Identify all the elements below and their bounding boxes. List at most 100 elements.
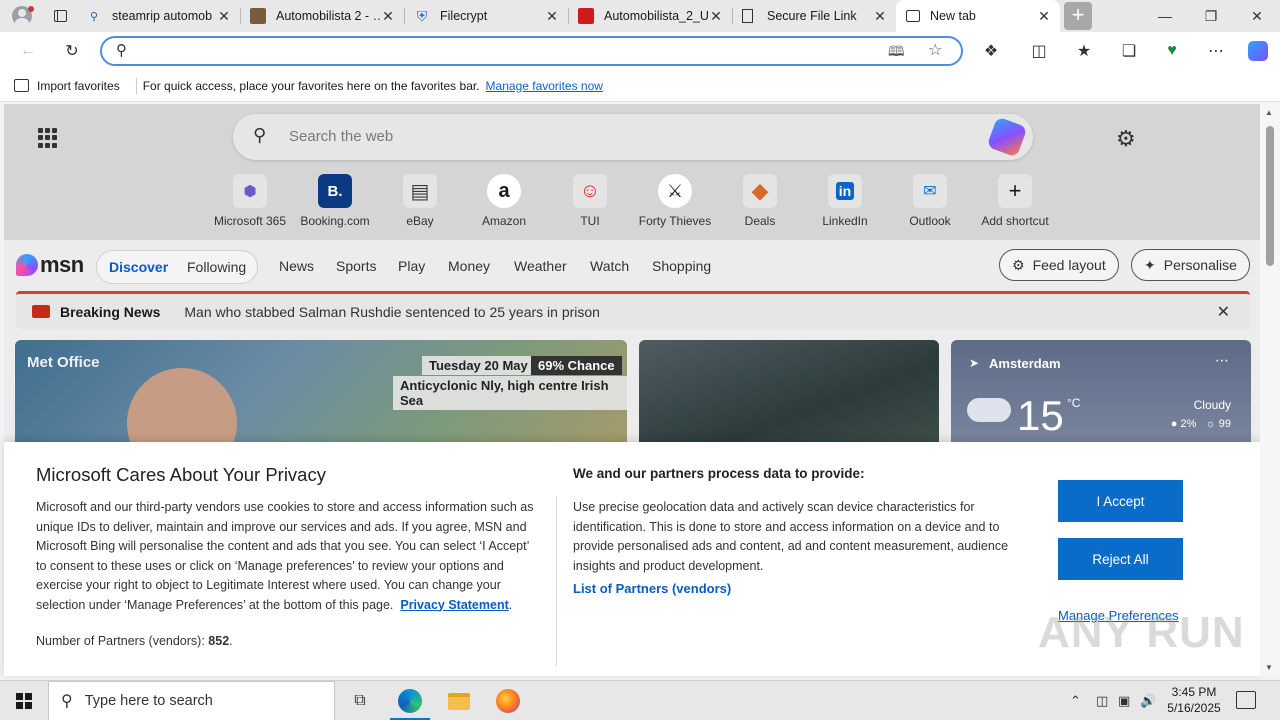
gear-icon[interactable]: ⚙ [1116,126,1136,152]
breaking-news-banner[interactable]: Breaking News Man who stabbed Salman Rus… [16,291,1250,329]
back-arrow-icon[interactable]: ← [16,40,40,62]
tab-secure-file-link[interactable]: Secure File Link ✕ [732,0,896,32]
tab-discover[interactable]: Discover [109,259,168,275]
copilot-icon[interactable] [1246,40,1270,62]
weather-location[interactable]: Amsterdam [989,356,1061,371]
tab-title: New tab [930,9,976,23]
weather-widget[interactable]: ➤ Amsterdam ⋯ 15 °C Cloudy ● 2% ☼ 99 [951,340,1251,450]
data-processing-heading: We and our partners process data to prov… [573,466,865,481]
scroll-thumb[interactable] [1266,126,1274,266]
shortcut-add[interactable]: + Add shortcut [973,174,1057,228]
divider [135,77,137,94]
search-icon: ⚲ [61,693,73,710]
list-of-partners-link[interactable]: List of Partners (vendors) [573,581,731,596]
shortcut-label: Outlook [909,214,951,228]
browser-essentials-icon[interactable]: ♥ [1160,40,1184,62]
close-icon[interactable]: ✕ [1217,302,1230,322]
more-options-icon[interactable]: ⋯ [1204,40,1228,62]
tray-device-icon[interactable]: ◫ [1096,681,1108,720]
vertical-scrollbar[interactable]: ▲ ▼ [1260,104,1280,676]
close-tab-icon[interactable]: ✕ [708,8,724,25]
import-favorites-button[interactable]: Import favorites [14,79,120,93]
close-tab-icon[interactable]: ✕ [1036,8,1052,25]
tab-steamrip[interactable]: ⚲ steamrip automob ✕ [76,0,240,32]
new-tab-button[interactable]: + [1064,2,1092,30]
msn-logo[interactable]: msn [16,252,84,278]
split-screen-icon[interactable]: ◫ [1027,40,1051,62]
shortcut-linkedin[interactable]: in LinkedIn [803,174,887,228]
privacy-statement-link[interactable]: Privacy Statement [400,598,508,612]
restore-button[interactable]: ❐ [1188,0,1234,32]
shortcut-booking[interactable]: B. Booking.com [293,174,377,228]
favorites-icon[interactable]: ★ [1072,40,1096,62]
location-arrow-icon: ➤ [969,356,980,370]
tab-new-tab[interactable]: New tab ✕ [896,0,1060,32]
web-search-box[interactable]: ⚲ Search the web [233,114,1033,160]
nav-watch[interactable]: Watch [590,258,629,274]
refresh-icon[interactable]: ↻ [60,40,84,62]
shield-icon: ⛨ [416,7,428,24]
taskbar-firefox[interactable] [484,681,532,720]
reject-all-button[interactable]: Reject All [1058,538,1183,580]
shortcut-microsoft-365[interactable]: ⬢ Microsoft 365 [208,174,292,228]
taskbar-search-box[interactable]: ⚲ Type here to search [48,681,335,720]
address-input[interactable] [142,42,882,60]
taskbar-file-explorer[interactable] [435,681,483,720]
copilot-icon[interactable] [986,116,1028,158]
immersive-reader-icon[interactable]: 🕮 [888,41,905,65]
breaking-news-headline[interactable]: Man who stabbed Salman Rushdie sentenced… [184,304,600,320]
scroll-up-icon[interactable]: ▲ [1265,108,1273,117]
profile-button[interactable] [0,0,44,32]
tab-following[interactable]: Following [187,259,246,275]
show-hidden-icons[interactable]: ⌃ [1070,681,1081,720]
tab-automobilista-2[interactable]: Automobilista_2_U ✕ [568,0,732,32]
nav-weather[interactable]: Weather [514,258,567,274]
more-icon[interactable]: ⋯ [1215,352,1229,369]
windows-taskbar: ⚲ Type here to search ⧉ ⌃ ◫ ▣ 🔊 3:45 PM … [0,680,1280,720]
shortcut-amazon[interactable]: a Amazon [462,174,546,228]
app-launcher-icon[interactable] [38,128,58,148]
tab-actions-button[interactable] [44,0,76,32]
close-tab-icon[interactable]: ✕ [544,8,560,25]
shortcut-outlook[interactable]: ✉ Outlook [888,174,972,228]
accept-button[interactable]: I Accept [1058,480,1183,522]
favorite-star-icon[interactable]: ☆ [928,40,942,60]
cloud-icon [967,398,1011,422]
minimize-button[interactable]: — [1142,0,1188,32]
shortcut-tui[interactable]: ☺ TUI [548,174,632,228]
nav-money[interactable]: Money [448,258,490,274]
collections-icon[interactable]: ❏ [1117,40,1141,62]
taskbar-edge[interactable] [386,681,434,720]
start-button[interactable] [0,681,48,720]
notification-center-icon[interactable] [1236,691,1256,709]
close-window-button[interactable]: ✕ [1234,0,1280,32]
shortcut-ebay[interactable]: ▤ eBay [378,174,462,228]
met-office-card[interactable]: Met Office Tuesday 20 May 69% Chance Ant… [15,340,627,450]
network-icon[interactable]: ▣ [1118,681,1130,720]
nav-news[interactable]: News [279,258,314,274]
close-tab-icon[interactable]: ✕ [216,8,232,25]
tab-filecrypt[interactable]: ⛨ Filecrypt ✕ [404,0,568,32]
close-tab-icon[interactable]: ✕ [872,8,888,25]
nav-play[interactable]: Play [398,258,425,274]
news-image-card[interactable] [639,340,939,450]
volume-icon[interactable]: 🔊 [1140,681,1156,720]
forecast-summary: Anticyclonic Nly, high centre Irish Sea [393,376,627,410]
feed-layout-button[interactable]: ⚙ Feed layout [999,249,1119,281]
shortcut-deals[interactable]: ◆ Deals [718,174,802,228]
manage-favorites-link[interactable]: Manage favorites now [486,79,603,93]
nav-shopping[interactable]: Shopping [652,258,711,274]
tab-automobilista[interactable]: Automobilista 2 - … ✕ [240,0,404,32]
clock[interactable]: 3:45 PM 5/16/2025 [1158,684,1230,716]
tab-title: steamrip automob [112,9,213,23]
close-tab-icon[interactable]: ✕ [380,8,396,25]
address-bar[interactable]: ⚲ 🕮 ☆ [100,36,963,66]
nav-sports[interactable]: Sports [336,258,376,274]
extensions-icon[interactable]: ❖ [979,40,1003,62]
ebay-icon: ▤ [403,174,437,208]
task-view-button[interactable]: ⧉ [336,681,384,720]
presenter-image [127,368,237,450]
scroll-down-icon[interactable]: ▼ [1265,663,1273,672]
shortcut-forty-thieves[interactable]: ⚔ Forty Thieves [633,174,717,228]
personalise-button[interactable]: ✦ Personalise [1131,249,1250,281]
